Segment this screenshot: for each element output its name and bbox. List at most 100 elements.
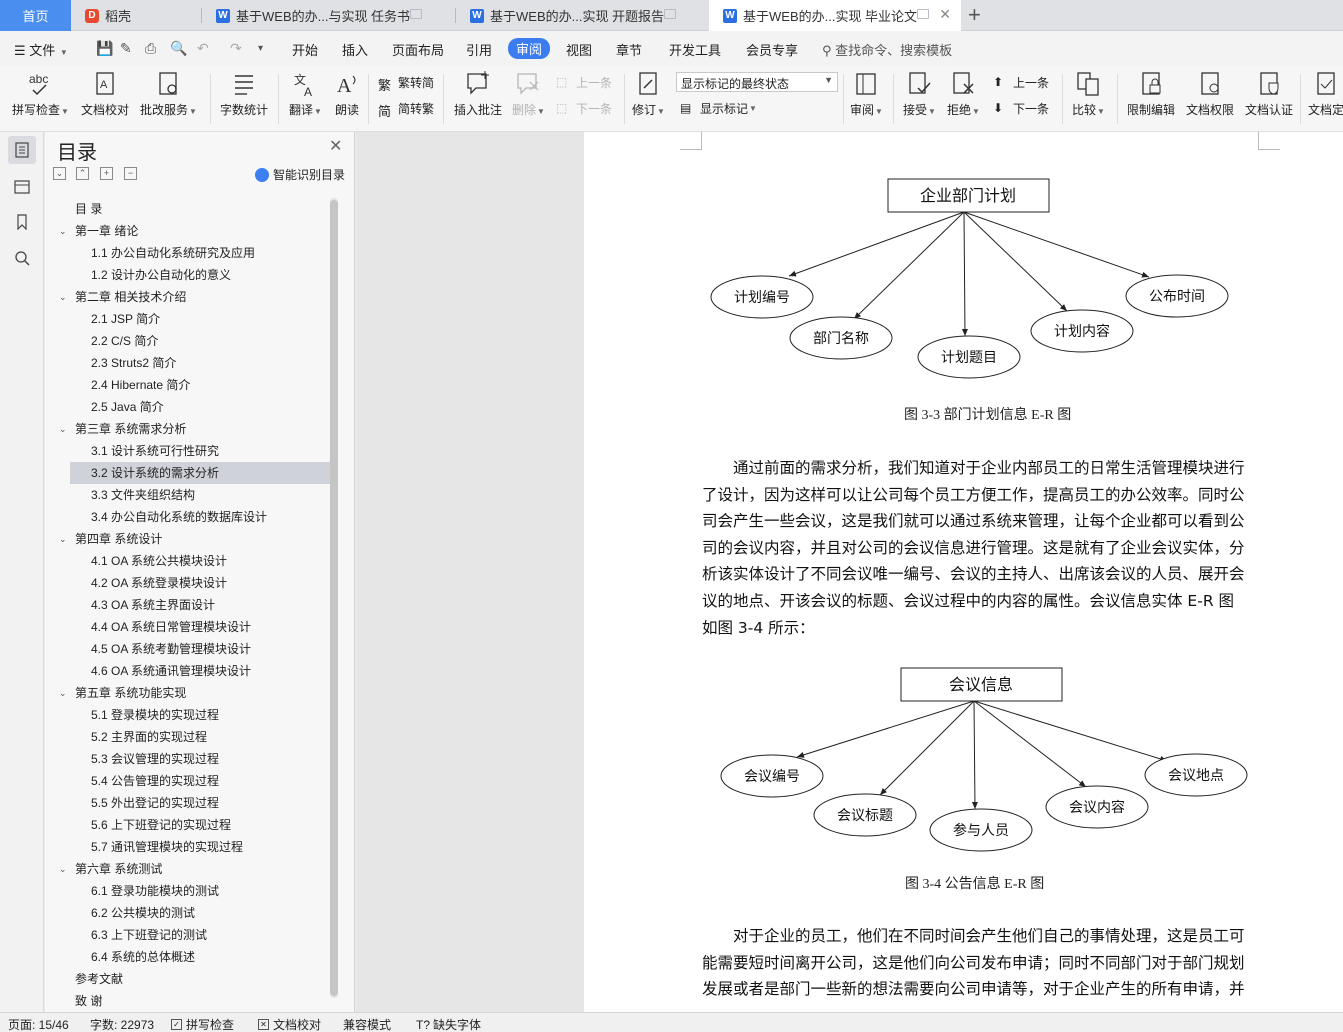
menu-start[interactable]: 开始 [292,40,318,59]
tab-home[interactable]: 首页 [0,0,71,31]
toc-item[interactable]: 2.4 Hibernate 简介 [70,374,330,396]
prev-change-button[interactable]: ⬆ 上一条 [993,74,1049,91]
toc-item[interactable]: 5.1 登录模块的实现过程 [70,704,330,726]
next-comment-button[interactable]: ⬚ 下一条 [556,100,612,117]
new-tab-button[interactable]: + [968,2,981,28]
toc-item[interactable]: 3.2 设计系统的需求分析 [70,462,330,484]
simplified-to-traditional-button[interactable]: 简 简转繁 [378,100,434,119]
reject-button[interactable]: 拒绝▼ [947,70,980,118]
toc-item[interactable]: 1.1 办公自动化系统研究及应用 [70,242,330,264]
expand-toggle-icon[interactable]: ⌄ [59,286,67,308]
expand-toggle-icon[interactable]: ⌄ [59,682,67,704]
remove-heading-icon[interactable]: − [124,167,137,180]
toc-chapter-item[interactable]: ⌄ 第五章 系统功能实现 [59,682,330,704]
traditional-to-simplified-button[interactable]: 繁 繁转简 [378,74,434,93]
toc-item[interactable]: 5.3 会议管理的实现过程 [70,748,330,770]
compare-button[interactable]: 比较▼ [1072,70,1105,118]
toc-item[interactable]: 参考文献 [70,968,330,990]
file-menu[interactable]: ☰ 文件 ▼ [14,40,68,59]
doc-certify-button[interactable]: 文档认证 [1245,70,1293,118]
chapter-pane-button[interactable] [8,172,36,200]
expand-up-icon[interactable]: ⌃ [76,167,89,180]
toc-chapter-item[interactable]: ⌄ 第一章 绪论 [59,220,330,242]
quick-access-dropdown-icon[interactable]: ▾ [258,43,263,54]
toc-item[interactable]: 4.5 OA 系统考勤管理模块设计 [70,638,330,660]
spell-check-button[interactable]: abc 拼写检查▼ [12,70,69,118]
status-spell-check[interactable]: ✓ 拼写检查 [171,1016,234,1032]
expand-toggle-icon[interactable]: ⌄ [59,220,67,242]
menu-view[interactable]: 视图 [566,40,592,59]
status-doc-proof[interactable]: ✕ 文档校对 [258,1016,321,1032]
toc-chapter-item[interactable]: ⌄ 第六章 系统测试 [59,858,330,880]
close-tab-icon[interactable]: ✕ [939,6,951,23]
close-icon[interactable]: ✕ [329,136,342,156]
tab-proposal[interactable]: W 基于WEB的办...实现 开题报告 [456,0,708,31]
document-page[interactable]: 企业部门计划 计划编号 部门名称 计划题目 计划内容 公布时间 图 3-3 部门计划信息… [584,132,1343,1012]
smart-toc-button[interactable]: 智能识别目录 [255,166,345,183]
word-count-indicator[interactable]: 字数: 22973 [90,1016,154,1032]
menu-review[interactable]: 审阅 [508,38,551,59]
expand-toggle-icon[interactable]: ⌄ [59,528,67,550]
prev-comment-button[interactable]: ⬚ 上一条 [556,74,612,91]
toc-item[interactable]: 2.5 Java 简介 [70,396,330,418]
track-changes-button[interactable]: 修订▼ [632,70,665,118]
show-markup-button[interactable]: ▤ 显示标记 ▼ [680,100,757,117]
read-aloud-button[interactable]: A 朗读 [334,70,360,118]
review-pane-button[interactable]: 审阅▼ [850,70,883,118]
delete-comment-button[interactable]: 删除▼ [512,70,545,118]
doc-permission-button[interactable]: 文档权限 [1186,70,1234,118]
bookmark-pane-button[interactable] [8,208,36,236]
grading-service-button[interactable]: 批改服务▼ [140,70,197,118]
menu-developer[interactable]: 开发工具 [669,40,721,59]
toc-item[interactable]: 2.3 Struts2 简介 [70,352,330,374]
print-preview-icon[interactable]: 🔍 [170,40,187,57]
toc-item[interactable]: 2.1 JSP 简介 [70,308,330,330]
command-search[interactable]: ⚲ 查找命令、搜索模板 [822,40,952,59]
toc-item[interactable]: 致 谢 [70,990,330,1012]
toc-item[interactable]: 6.2 公共模块的测试 [70,902,330,924]
toc-item[interactable]: 4.3 OA 系统主界面设计 [70,594,330,616]
markup-state-select[interactable]: 显示标记的最终状态 ▼ [676,72,838,92]
toc-item[interactable]: 6.1 登录功能模块的测试 [70,880,330,902]
doc-proof-button[interactable]: A 文档校对 [81,70,129,118]
next-change-button[interactable]: ⬇ 下一条 [993,100,1049,117]
toc-item[interactable]: 4.1 OA 系统公共模块设计 [70,550,330,572]
menu-references[interactable]: 引用 [466,40,492,59]
toc-chapter-item[interactable]: ⌄ 第二章 相关技术介绍 [59,286,330,308]
toc-item[interactable]: 3.3 文件夹组织结构 [70,484,330,506]
save-icon[interactable]: 💾 [96,40,113,57]
window-icon[interactable] [917,9,929,19]
toc-item[interactable]: 4.4 OA 系统日常管理模块设计 [70,616,330,638]
toc-chapter-item[interactable]: ⌄ 第四章 系统设计 [59,528,330,550]
toc-item[interactable]: 3.1 设计系统可行性研究 [70,440,330,462]
menu-section[interactable]: 章节 [616,40,642,59]
toc-pane-button[interactable] [8,136,36,164]
menu-member[interactable]: 会员专享 [746,40,798,59]
toc-chapter-item[interactable]: ⌄ 第三章 系统需求分析 [59,418,330,440]
toc-item[interactable]: 5.4 公告管理的实现过程 [70,770,330,792]
toc-item[interactable]: 2.2 C/S 简介 [70,330,330,352]
expand-toggle-icon[interactable]: ⌄ [59,418,67,440]
tab-docer[interactable]: D 稻壳 [71,0,201,31]
accept-button[interactable]: 接受▼ [903,70,936,118]
collapse-all-icon[interactable]: ⌄ [53,167,66,180]
tab-thesis[interactable]: W 基于WEB的办...实现 毕业论文 ✕ [709,0,961,31]
menu-page-layout[interactable]: 页面布局 [392,40,444,59]
toc-item[interactable]: 5.7 通讯管理模块的实现过程 [70,836,330,858]
tab-task-book[interactable]: W 基于WEB的办...与实现 任务书 [202,0,454,31]
toc-item[interactable]: 5.2 主界面的实现过程 [70,726,330,748]
toc-item[interactable]: 1.2 设计办公自动化的意义 [70,264,330,286]
format-painter-icon[interactable]: ✎ [120,40,132,57]
expand-toggle-icon[interactable]: ⌄ [59,858,67,880]
redo-icon[interactable]: ↷ [230,40,242,57]
toc-item[interactable]: 4.2 OA 系统登录模块设计 [70,572,330,594]
translate-button[interactable]: 文A 翻译▼ [289,70,322,118]
insert-comment-button[interactable]: 插入批注 [454,70,502,118]
toc-scrollbar-thumb[interactable] [330,200,338,996]
toc-item[interactable]: 6.4 系统的总体概述 [70,946,330,968]
menu-insert[interactable]: 插入 [342,40,368,59]
add-heading-icon[interactable]: + [100,167,113,180]
find-pane-button[interactable] [8,244,36,272]
missing-font-indicator[interactable]: T? 缺失字体 [416,1016,481,1032]
page-indicator[interactable]: 页面: 15/46 [8,1016,69,1032]
